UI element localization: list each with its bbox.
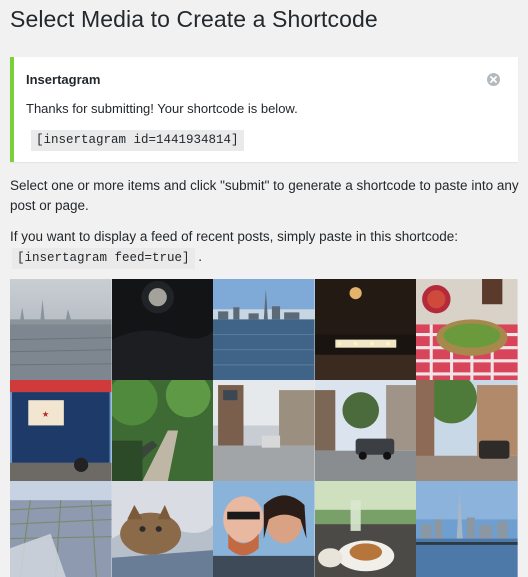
media-item-selfie-couple[interactable] [213, 481, 315, 577]
media-item-food-truck[interactable]: ★ [10, 380, 112, 481]
svg-text:★: ★ [42, 410, 49, 418]
media-item-park-path[interactable] [111, 380, 214, 481]
media-item-skyline-tower[interactable] [416, 481, 518, 577]
media-item-cat[interactable] [111, 481, 214, 577]
feed-suffix: . [198, 249, 203, 264]
success-notice: Insertagram Thanks for submitting! Your … [10, 57, 518, 162]
media-item-skyline-water[interactable] [213, 279, 315, 380]
media-item-food-plate[interactable] [416, 279, 518, 380]
media-item-street-cars[interactable] [314, 380, 417, 481]
feed-instructions: If you want to display a feed of recent … [10, 227, 520, 269]
media-item-night-moon[interactable] [111, 279, 214, 380]
dismiss-icon[interactable] [487, 73, 500, 86]
feed-shortcode[interactable]: [insertagram feed=true] [12, 248, 195, 269]
shortcode-output[interactable]: [insertagram id=1441934814] [31, 130, 244, 151]
feed-instructions-text: If you want to display a feed of recent … [10, 229, 458, 244]
select-instructions: Select one or more items and click "subm… [10, 178, 519, 213]
media-item-street-view[interactable] [213, 380, 315, 481]
notice-message: Thanks for submitting! Your shortcode is… [26, 101, 298, 116]
media-grid: ★ [10, 279, 518, 577]
page-title: Select Media to Create a Shortcode [10, 6, 378, 32]
media-item-city-skyline-fog[interactable] [10, 279, 112, 380]
media-item-bar-lights[interactable] [314, 279, 417, 380]
media-item-sidewalk-trees[interactable] [416, 380, 518, 481]
media-item-lunch-table[interactable] [314, 481, 417, 577]
media-item-aerial-view[interactable] [10, 481, 112, 577]
notice-title: Insertagram [26, 72, 101, 87]
